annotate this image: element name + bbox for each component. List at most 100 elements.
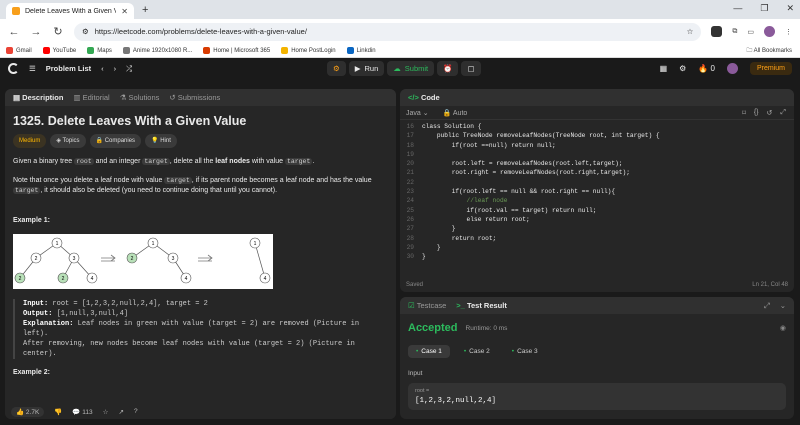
bookmark-code-icon[interactable]: ⌑ [742, 109, 746, 117]
code-line[interactable]: 19 [400, 150, 794, 159]
dislike-icon[interactable]: 👎 [54, 408, 62, 416]
close-window-icon[interactable]: ✕ [786, 3, 794, 14]
code-line[interactable]: 17 public TreeNode removeLeafNodes(TreeN… [400, 131, 794, 140]
code-text: root.right = removeLeafNodes(root.right,… [422, 169, 630, 177]
input-root-box: root = [1,2,3,2,null,2,4] [408, 383, 786, 410]
extension-icon[interactable] [711, 26, 723, 37]
code-line[interactable]: 23 if(root.left == null && root.right ==… [400, 187, 794, 196]
code-line[interactable]: 26 else return root; [400, 215, 794, 224]
tab-code[interactable]: </> Code [408, 93, 440, 102]
url-bar[interactable]: ⚙ https://leetcode.com/problems/delete-l… [74, 22, 702, 41]
tab-solutions[interactable]: ⚗ Solutions [120, 93, 160, 102]
code-editor[interactable]: 16 class Solution {17 public TreeNode rem… [400, 120, 794, 261]
tag-icon: ◈ [56, 138, 61, 144]
code-line[interactable]: 28 return root; [400, 234, 794, 243]
bookmark-anime[interactable]: Anime 1920x1080 R... [122, 46, 192, 54]
problem-list-icon[interactable]: ☰ [29, 64, 36, 73]
case-1-tab[interactable]: • Case 1 [408, 345, 450, 358]
bookmark-linkdin[interactable]: Linkdin [346, 46, 376, 54]
case-2-tab[interactable]: • Case 2 [456, 345, 498, 358]
next-problem-icon[interactable]: › [114, 64, 117, 73]
code-line[interactable]: 21 root.right = removeLeafNodes(root.rig… [400, 168, 794, 177]
problem-list-link[interactable]: Problem List [46, 64, 91, 73]
code-line[interactable]: 18 if(root ==null) return null; [400, 141, 794, 150]
browser-tab[interactable]: Delete Leaves With a Given Va ✕ [6, 3, 134, 19]
maximize-panel-icon[interactable]: ⤢ [764, 301, 770, 311]
premium-button[interactable]: Premium [749, 62, 792, 75]
autocomplete-toggle[interactable]: 🔒 Auto [443, 109, 468, 117]
bookmark-star-icon[interactable]: ☆ [687, 27, 694, 36]
split-view-icon[interactable]: ▭ [747, 28, 754, 36]
comments-button[interactable]: 💬 113 [72, 408, 92, 416]
test-result-body: Accepted Runtime: 0 ms ◉ • Case 1 • Case 2… [400, 314, 794, 418]
svg-text:1: 1 [152, 241, 155, 247]
share-icon[interactable]: ↗ [118, 408, 123, 416]
bookmark-postlogin[interactable]: Home PostLogin [281, 46, 336, 54]
site-info-icon[interactable]: ⚙ [82, 27, 89, 36]
debug-button[interactable]: ⚙ [327, 61, 346, 76]
shuffle-icon[interactable]: ⤮ [126, 64, 132, 74]
like-button[interactable]: 👍 2.7K [11, 406, 45, 417]
statement-paragraph-2: Note that once you delete a leaf node wi… [13, 177, 372, 194]
notes-button[interactable]: ▢ [461, 61, 481, 76]
bookmark-maps[interactable]: Maps [87, 46, 112, 54]
case-tabs: • Case 1 • Case 2 • Case 3 [408, 345, 786, 358]
reset-code-icon[interactable]: ↺ [767, 109, 773, 117]
timer-button[interactable]: ⏰ [437, 61, 459, 76]
submit-button[interactable]: ☁ Submit [387, 61, 435, 76]
maximize-icon[interactable]: ❐ [760, 3, 768, 14]
cloud-upload-icon: ☁ [393, 64, 401, 73]
note-icon: ▢ [467, 64, 475, 73]
expand-icon[interactable]: ⤢ [780, 109, 786, 117]
run-button[interactable]: ▶ Run [348, 61, 385, 76]
description-tabs: ▤ Description ▥ Editorial ⚗ Solutions ↺ … [5, 89, 396, 106]
cursor-position: Ln 21, Col 48 [752, 282, 788, 288]
layout-icon[interactable]: ▦ [660, 64, 668, 73]
code-line[interactable]: 16 class Solution { [400, 122, 794, 131]
browser-tab-title: Delete Leaves With a Given Va [25, 7, 117, 15]
globe-icon [122, 46, 130, 54]
profile-avatar-icon[interactable] [764, 26, 775, 37]
bookmark-youtube[interactable]: YouTube [42, 46, 76, 54]
all-bookmarks[interactable]: 🗀 All Bookmarks [746, 46, 792, 56]
minimize-icon[interactable]: — [733, 3, 742, 14]
code-line[interactable]: 29 } [400, 243, 794, 252]
hint-tag[interactable]: 💡 Hint [145, 134, 177, 148]
user-avatar[interactable] [726, 63, 738, 74]
difficulty-badge[interactable]: Medium [13, 134, 47, 148]
bookmark-gmail[interactable]: Gmail [6, 46, 32, 54]
help-icon[interactable]: ? [134, 408, 138, 415]
puzzle-extensions-icon[interactable]: ⧉ [732, 28, 737, 36]
close-tab-icon[interactable]: ✕ [121, 7, 128, 16]
code-line[interactable]: 20 root.left = removeLeafNodes(root.left… [400, 159, 794, 168]
forward-icon[interactable]: → [30, 26, 42, 38]
new-tab-button[interactable]: + [142, 3, 148, 19]
companies-tag[interactable]: 🔒 Companies [89, 134, 142, 148]
favorite-star-icon[interactable]: ☆ [103, 408, 109, 416]
case-3-tab[interactable]: • Case 3 [504, 345, 546, 358]
tab-test-result[interactable]: >_ Test Result [456, 301, 507, 310]
collapse-panel-icon[interactable]: ⌄ [780, 301, 786, 310]
settings-gear-icon[interactable]: ⚙ [679, 64, 686, 73]
prev-problem-icon[interactable]: ‹ [101, 64, 104, 73]
code-line[interactable]: 25 if(root.val == target) return null; [400, 206, 794, 215]
eye-icon[interactable]: ◉ [780, 324, 786, 332]
reload-icon[interactable]: ↻ [52, 25, 64, 38]
back-icon[interactable]: ← [8, 26, 20, 38]
streak-counter[interactable]: 🔥 0 [698, 64, 715, 73]
code-line[interactable]: 22 [400, 178, 794, 187]
code-line[interactable]: 30} [400, 252, 794, 261]
braces-icon[interactable]: {} [754, 109, 759, 117]
code-line[interactable]: 27 } [400, 224, 794, 233]
tab-editorial[interactable]: ▥ Editorial [73, 93, 109, 102]
tab-testcase[interactable]: ☑ Testcase [408, 301, 446, 310]
menu-kebab-icon[interactable]: ⋮ [785, 28, 792, 36]
problem-title: 1325. Delete Leaves With a Given Value [13, 114, 247, 128]
code-line[interactable]: 24 //leaf node [400, 196, 794, 205]
tab-submissions[interactable]: ↺ Submissions [169, 93, 220, 102]
tab-description[interactable]: ▤ Description [13, 93, 63, 102]
language-select[interactable]: Java ⌄ [406, 109, 429, 117]
topics-tag[interactable]: ◈ Topics [50, 134, 86, 148]
bookmark-microsoft365[interactable]: Home | Microsoft 365 [203, 46, 270, 54]
leetcode-logo-icon[interactable] [8, 63, 19, 74]
